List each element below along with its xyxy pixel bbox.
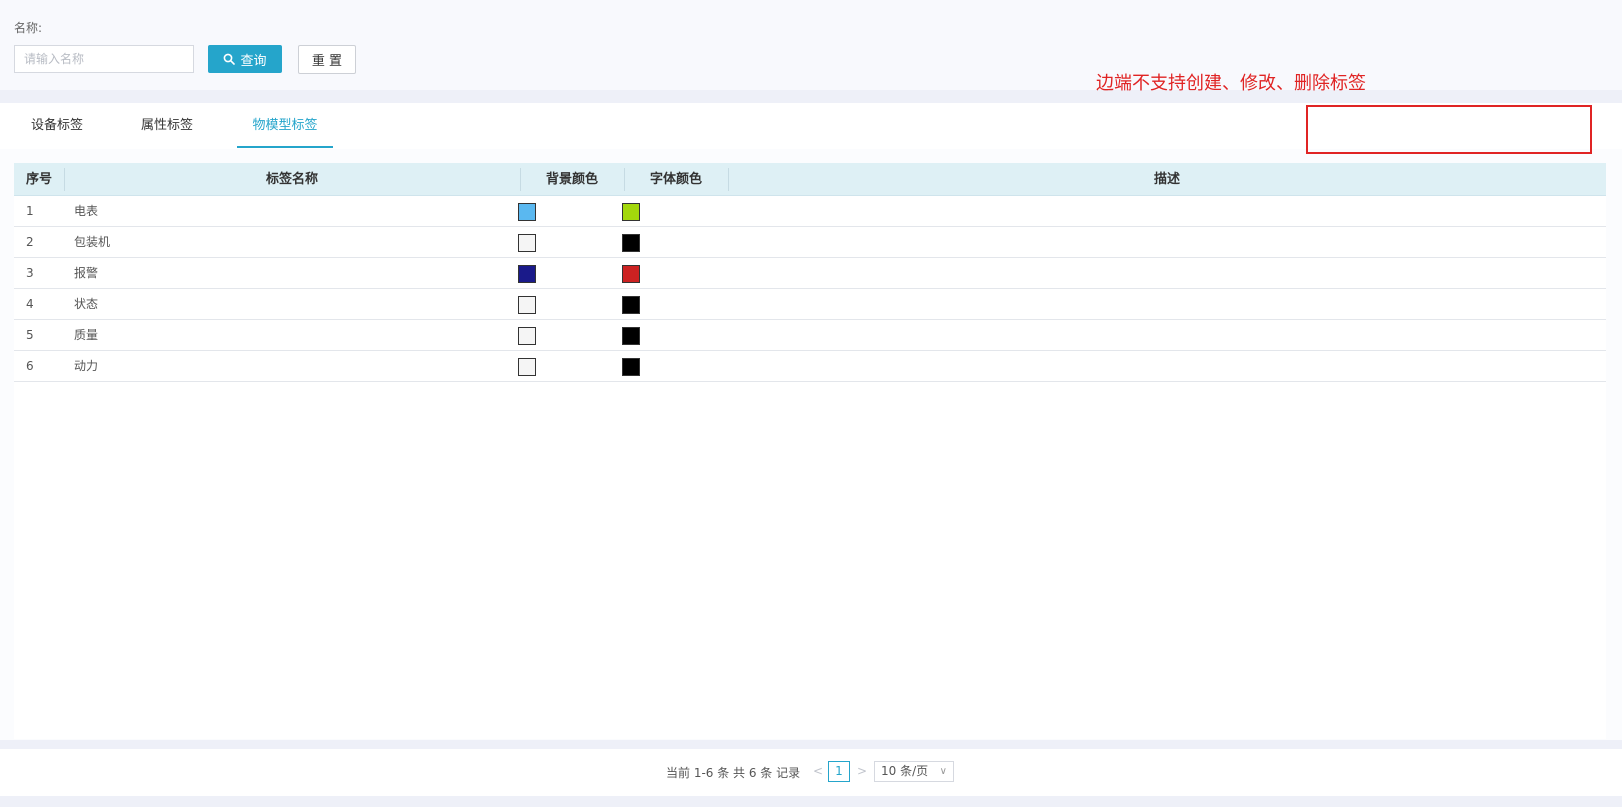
annotation-highlight-box xyxy=(1306,105,1592,154)
tags-table: 序号 标签名称 背景颜色 字体颜色 描述 1 电表 2 包装机 3 报警 4 状… xyxy=(14,163,1606,739)
tab-device-tags[interactable]: 设备标签 xyxy=(14,103,100,148)
table-row[interactable]: 5 质量 xyxy=(14,320,1606,351)
font-color-swatch xyxy=(622,358,640,376)
bg-color-swatch xyxy=(518,265,536,283)
row-tag-name: 电表 xyxy=(74,204,99,218)
column-header-index: 序号 xyxy=(25,172,52,187)
row-index: 1 xyxy=(26,204,34,218)
chevron-down-icon: ∨ xyxy=(939,766,947,777)
table-row[interactable]: 3 报警 xyxy=(14,258,1606,289)
next-page-button[interactable]: > xyxy=(857,764,867,778)
row-index: 6 xyxy=(26,359,34,373)
table-row[interactable]: 4 状态 xyxy=(14,289,1606,320)
query-button[interactable]: 查询 xyxy=(208,45,282,73)
font-color-swatch xyxy=(622,265,640,283)
column-header-font-color: 字体颜色 xyxy=(649,172,702,187)
table-header: 序号 标签名称 背景颜色 字体颜色 描述 xyxy=(14,163,1606,196)
row-tag-name: 包装机 xyxy=(74,235,111,249)
search-icon xyxy=(224,53,236,65)
row-tag-name: 报警 xyxy=(74,266,99,280)
row-index: 4 xyxy=(26,297,34,311)
font-color-swatch xyxy=(622,327,640,345)
tab-attribute-tags[interactable]: 属性标签 xyxy=(124,103,210,148)
pagination-total: 当前 1-6 条 共 6 条 记录 xyxy=(666,766,801,780)
column-header-description: 描述 xyxy=(1153,172,1180,187)
search-panel: 名称: 查询 重 置 xyxy=(0,0,1622,90)
reset-button[interactable]: 重 置 xyxy=(298,45,356,74)
row-index: 5 xyxy=(26,328,34,342)
row-index: 2 xyxy=(26,235,34,249)
tab-thing-model-tags[interactable]: 物模型标签 xyxy=(237,103,333,148)
bg-color-swatch xyxy=(518,358,536,376)
row-tag-name: 质量 xyxy=(74,328,99,342)
row-tag-name: 状态 xyxy=(74,297,99,311)
name-label: 名称: xyxy=(14,21,43,35)
bg-color-swatch xyxy=(518,296,536,314)
row-tag-name: 动力 xyxy=(74,359,99,373)
column-header-name: 标签名称 xyxy=(265,172,318,187)
main-panel: 设备标签 属性标签 物模型标签 边端不支持创建、修改、删除标签 序号 标签名称 … xyxy=(0,73,1622,740)
bg-color-swatch xyxy=(518,327,536,345)
font-color-swatch xyxy=(622,296,640,314)
table-row[interactable]: 1 电表 xyxy=(14,196,1606,227)
bg-color-swatch xyxy=(518,234,536,252)
table-row[interactable]: 2 包装机 xyxy=(14,227,1606,258)
annotation-note: 边端不支持创建、修改、删除标签 xyxy=(1096,73,1366,94)
row-index: 3 xyxy=(26,266,34,280)
font-color-swatch xyxy=(622,203,640,221)
bg-color-swatch xyxy=(518,203,536,221)
font-color-swatch xyxy=(622,234,640,252)
table-row[interactable]: 6 动力 xyxy=(14,351,1606,382)
page-size-select[interactable]: 10 条/页 ∨ xyxy=(874,761,954,782)
page-size-value: 10 条/页 xyxy=(881,764,929,778)
page-number-1[interactable]: 1 xyxy=(828,761,850,782)
name-search-input[interactable] xyxy=(14,45,194,73)
prev-page-button[interactable]: < xyxy=(813,764,823,778)
pagination-bar: 当前 1-6 条 共 6 条 记录 < 1 > 10 条/页 ∨ xyxy=(0,749,1622,796)
query-button-label: 查询 xyxy=(240,53,267,69)
column-header-bg-color: 背景颜色 xyxy=(545,172,598,187)
